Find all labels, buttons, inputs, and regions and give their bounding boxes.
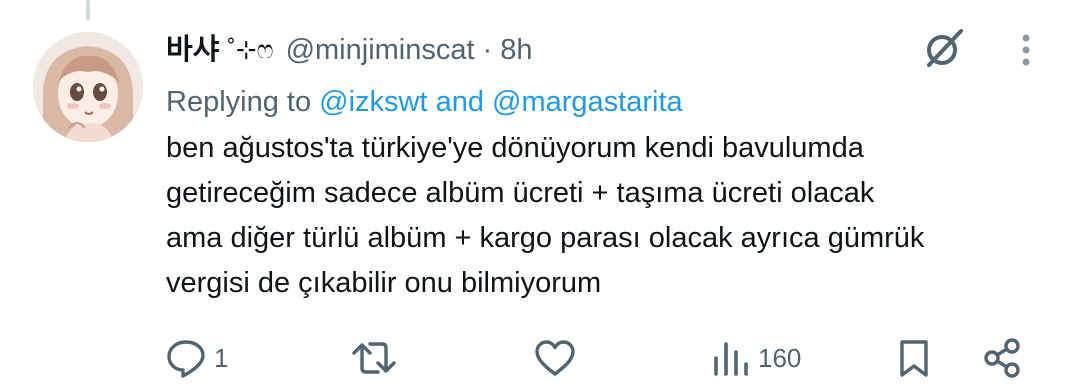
reply-icon xyxy=(167,340,205,378)
more-options-button[interactable] xyxy=(1006,28,1046,72)
grok-icon xyxy=(927,29,963,67)
thread-connector-line xyxy=(86,0,90,20)
tweet-text-line: getireceğim sadece albüm ücreti + taşıma… xyxy=(166,177,875,209)
tweet-text: ben ağustos'ta türkiye'ye dönüyorum kend… xyxy=(166,126,1036,306)
avatar-illustration xyxy=(33,32,143,142)
tweet-content: 바샤 ˚⊹ෆ @minjiminscat · 8h Replying to @i… xyxy=(166,24,1036,306)
bookmark-icon xyxy=(900,340,928,377)
header-separator: · xyxy=(482,34,493,66)
display-name-decoration: ˚⊹ෆ xyxy=(227,36,274,64)
replying-to-line: Replying to @izkswt and @margastarita xyxy=(166,82,1036,122)
more-options-icon xyxy=(1022,34,1030,66)
replying-prefix: Replying to xyxy=(166,86,312,118)
tweet-header: 바샤 ˚⊹ෆ @minjiminscat · 8h xyxy=(166,24,1036,76)
tweet-actions-bar: 1 160 xyxy=(0,330,1080,386)
tweet-text-line: vergisi de çıkabilir onu bilmiyorum xyxy=(166,267,602,299)
tweet-text-line: ben ağustos'ta türkiye'ye dönüyorum kend… xyxy=(166,132,864,164)
analytics-icon xyxy=(714,342,748,376)
reply-button[interactable]: 1 xyxy=(164,330,228,386)
heart-icon xyxy=(535,340,575,376)
tweet-text-line: ama diğer türlü albüm + kargo parası ola… xyxy=(166,222,925,254)
user-handle[interactable]: @minjiminscat xyxy=(286,24,475,76)
tweet-timestamp[interactable]: 8h xyxy=(500,24,532,76)
retweet-icon xyxy=(352,342,396,374)
replying-to-users-link[interactable]: @izkswt and @margastarita xyxy=(319,86,683,118)
reply-count: 1 xyxy=(214,342,229,373)
like-button[interactable] xyxy=(532,330,584,386)
share-icon xyxy=(984,338,1020,378)
share-button[interactable] xyxy=(980,330,1024,386)
views-count: 160 xyxy=(758,342,802,373)
display-name[interactable]: 바샤 xyxy=(166,24,219,76)
grok-button[interactable] xyxy=(920,24,968,72)
views-button[interactable]: 160 xyxy=(708,330,801,386)
bookmark-button[interactable] xyxy=(894,330,934,386)
avatar[interactable] xyxy=(33,32,143,142)
retweet-button[interactable] xyxy=(350,330,404,386)
